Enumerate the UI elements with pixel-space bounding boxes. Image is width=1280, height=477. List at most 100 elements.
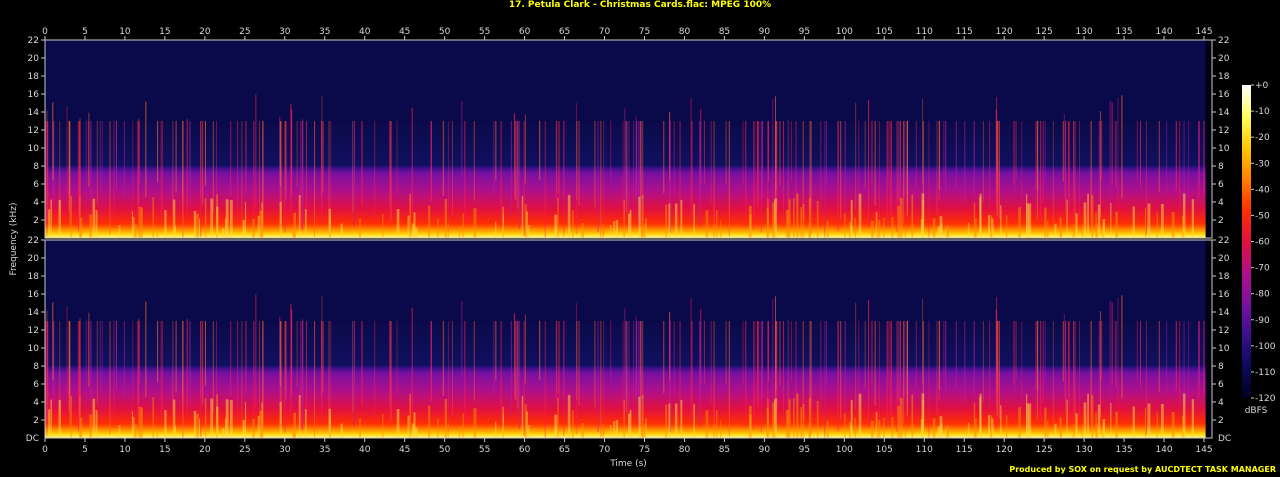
spectrogram-streak bbox=[389, 121, 391, 205]
spectrogram-streak bbox=[132, 121, 134, 220]
spectrogram-streak bbox=[795, 121, 797, 206]
spectrogram-lowband bbox=[967, 222, 970, 238]
spectrogram-lowband bbox=[229, 399, 233, 438]
spectrogram-lowband bbox=[1059, 217, 1062, 238]
spectrogram-lowband bbox=[521, 196, 524, 238]
spectrogram-streak bbox=[896, 121, 898, 233]
colorbar-tick-label: -60 bbox=[1255, 238, 1270, 248]
spectrogram-streak bbox=[622, 321, 624, 407]
spectrogram-streak bbox=[1117, 97, 1119, 209]
x-tick-label: 65 bbox=[559, 27, 570, 37]
spectrogram-lowband bbox=[674, 203, 678, 238]
x-tick-label: 140 bbox=[1155, 445, 1172, 455]
y-tick-label: 12 bbox=[28, 126, 39, 136]
spectrogram-lowband bbox=[945, 228, 947, 238]
x-tick-label: 135 bbox=[1115, 27, 1132, 37]
spectrogram-lowband bbox=[216, 206, 219, 238]
spectrogram-streak bbox=[903, 321, 905, 424]
spectrogram-lowband bbox=[118, 425, 121, 438]
spectrogram-lowband bbox=[1083, 202, 1087, 238]
spectrogram-lowband bbox=[581, 423, 585, 438]
spectrogram-streak bbox=[52, 102, 54, 181]
spectrogram-lowband bbox=[774, 198, 778, 238]
x-tick-label: 110 bbox=[916, 27, 933, 37]
spectrogram-streak bbox=[1015, 121, 1017, 180]
spectrogram-silence bbox=[1205, 240, 1212, 438]
spectrogram-lowband bbox=[878, 419, 881, 438]
spectrogram-lowband bbox=[462, 413, 464, 438]
colorbar-tick-label: -30 bbox=[1255, 159, 1270, 169]
spectrogram-lowband bbox=[785, 409, 789, 438]
spectrogram-lowband bbox=[156, 227, 158, 238]
spectrogram-streak bbox=[1074, 121, 1076, 218]
spectrogram-lowband bbox=[204, 198, 207, 238]
spectrogram-streak bbox=[903, 121, 905, 224]
spectrogram-streak bbox=[253, 121, 255, 231]
spectrogram-streak bbox=[305, 121, 307, 224]
spectrogram-streak bbox=[285, 121, 287, 199]
spectrogram-lowband bbox=[242, 220, 245, 238]
spectrogram-streak bbox=[493, 121, 495, 196]
spectrogram-streak bbox=[728, 321, 730, 437]
spectrogram-streak bbox=[66, 305, 68, 403]
spectrogram-streak bbox=[296, 321, 298, 387]
spectrogram-streak bbox=[904, 321, 906, 397]
spectrogram-streak bbox=[245, 321, 247, 394]
spectrogram-lowband bbox=[800, 206, 803, 238]
spectrogram-lowband bbox=[1132, 206, 1135, 238]
spectrogram-lowband bbox=[328, 408, 331, 438]
spectrogram-lowband bbox=[196, 213, 199, 238]
y-tick-label: 22 bbox=[1218, 36, 1229, 46]
spectrogram-lowband bbox=[89, 414, 92, 438]
spectrogram-lowband bbox=[802, 404, 805, 438]
spectrogram-streak bbox=[779, 321, 781, 386]
spectrogram-streak bbox=[760, 121, 762, 233]
y-tick-label: 22 bbox=[28, 236, 39, 246]
spectrogram-streak bbox=[725, 121, 727, 185]
x-tick-label: 50 bbox=[439, 445, 451, 455]
x-tick-label: 80 bbox=[679, 445, 691, 455]
spectrogram-streak bbox=[519, 321, 521, 429]
spectrogram-lowband bbox=[1115, 411, 1118, 438]
spectrogram-lowband bbox=[50, 399, 52, 438]
spectrogram-streak bbox=[874, 121, 876, 206]
spectrogram-lowband bbox=[613, 221, 615, 238]
spectrogram-lowband bbox=[792, 198, 795, 238]
y-tick-label: 2 bbox=[1218, 216, 1224, 226]
spectrogram-streak bbox=[361, 121, 363, 205]
spectrogram-streak bbox=[904, 121, 906, 197]
spectrogram-lowband bbox=[858, 193, 862, 238]
spectrogram-streak bbox=[809, 321, 811, 411]
spectrogram-lowband bbox=[680, 399, 683, 438]
spectrogram-streak bbox=[87, 121, 89, 187]
spectrogram-lowband bbox=[462, 213, 464, 238]
spectrogram-streak bbox=[374, 121, 376, 220]
spectrogram-streak bbox=[186, 119, 188, 208]
spectrogram-streak bbox=[1042, 321, 1044, 402]
x-tick-label: 0 bbox=[42, 445, 48, 455]
spectrogram-streak bbox=[396, 121, 398, 196]
spectrogram-lowband bbox=[198, 218, 201, 238]
spectrogram-streak bbox=[109, 121, 111, 235]
spectrogram-lowband bbox=[911, 194, 914, 238]
y-tick-label: 14 bbox=[1218, 308, 1230, 318]
spectrogram-lowband bbox=[139, 406, 142, 438]
spectrogram-streak bbox=[600, 321, 602, 438]
spectrogram-lowband bbox=[967, 422, 970, 438]
spectrogram-streak bbox=[157, 321, 159, 383]
y-tick-label: 18 bbox=[1218, 272, 1230, 282]
spectrogram-streak bbox=[1179, 121, 1181, 211]
spectrogram-lowband bbox=[788, 399, 791, 438]
spectrogram-streak bbox=[610, 321, 612, 381]
spectrogram-lowband bbox=[447, 223, 449, 238]
spectrogram-lowband bbox=[623, 399, 625, 438]
spectrogram-streak bbox=[576, 303, 578, 435]
y-tick-label: 2 bbox=[1218, 416, 1224, 426]
spectrogram-lowband bbox=[1160, 204, 1164, 238]
y-tick-label: 20 bbox=[28, 254, 40, 264]
x-tick-label: 105 bbox=[876, 27, 893, 37]
spectrogram-lowband bbox=[638, 196, 641, 238]
spectrogram-lowband bbox=[1000, 205, 1002, 238]
spectrogram-lowband bbox=[340, 223, 343, 238]
spectrogram-streak bbox=[964, 121, 966, 204]
